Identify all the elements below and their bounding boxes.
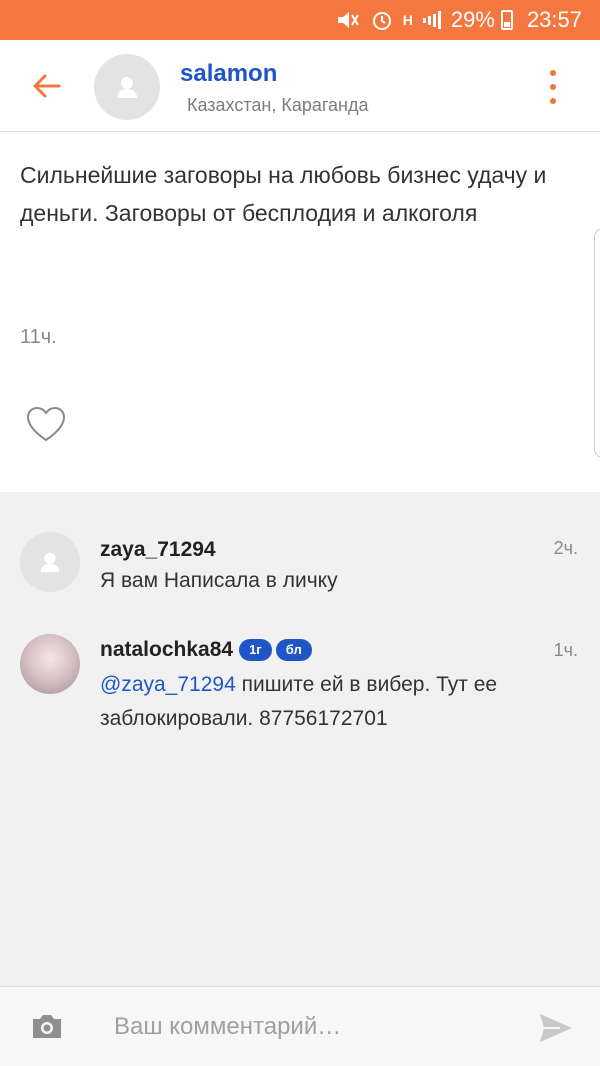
battery-percent: 29% <box>450 7 495 32</box>
camera-icon <box>33 1015 61 1038</box>
badge: бл <box>275 639 312 661</box>
battery-icon <box>500 10 513 30</box>
heart-icon <box>26 406 66 442</box>
like-button[interactable] <box>24 404 68 444</box>
comment-text: @zaya_71294 пишите ей в вибер. Тут ее за… <box>100 668 560 736</box>
comment-time: 1ч. <box>553 640 578 660</box>
avatar[interactable] <box>20 532 80 592</box>
comment-composer <box>0 986 600 1066</box>
camera-button[interactable] <box>30 1011 64 1041</box>
arrow-left-icon <box>33 74 61 98</box>
post-text: Сильнейшие заговоры на любовь бизнес уда… <box>20 162 547 226</box>
avatar[interactable] <box>94 54 160 120</box>
comment-author-name[interactable]: zaya_71294 <box>100 538 216 562</box>
user-placeholder-icon <box>40 552 60 573</box>
comment-author[interactable]: natalochka84 1г бл <box>100 638 312 662</box>
back-button[interactable] <box>28 68 64 104</box>
signal-icon <box>422 10 441 30</box>
mention-link[interactable]: @zaya_71294 <box>100 673 236 696</box>
app-header: salamon Казахстан, Караганда <box>0 40 600 132</box>
send-icon <box>540 1014 572 1042</box>
comment-author[interactable]: zaya_71294 <box>100 538 216 562</box>
more-vert-icon <box>550 70 556 76</box>
post-card: Сильнейшие заговоры на любовь бизнес уда… <box>0 132 600 492</box>
alarm-icon <box>371 9 393 31</box>
badge: 1г <box>239 639 272 661</box>
profile-location: Казахстан, Караганда <box>187 95 369 115</box>
send-button[interactable] <box>538 1011 574 1045</box>
profile-name[interactable]: salamon <box>180 60 277 88</box>
more-options-button[interactable] <box>544 70 562 104</box>
mute-icon <box>335 9 361 31</box>
user-placeholder-icon <box>117 77 137 98</box>
status-bar: H 29% 23:57 <box>0 0 600 40</box>
clock: 23:57 <box>526 7 582 32</box>
comment-input[interactable] <box>98 1001 518 1053</box>
avatar[interactable] <box>20 634 80 694</box>
comment-time: 2ч. <box>553 538 578 558</box>
network-type-icon: H <box>402 12 413 28</box>
comment-author-name[interactable]: natalochka84 <box>100 638 233 662</box>
side-panel-handle[interactable] <box>594 228 600 458</box>
post-time: 11ч. <box>20 326 57 348</box>
comment-text: Я вам Написала в личку <box>100 569 338 592</box>
